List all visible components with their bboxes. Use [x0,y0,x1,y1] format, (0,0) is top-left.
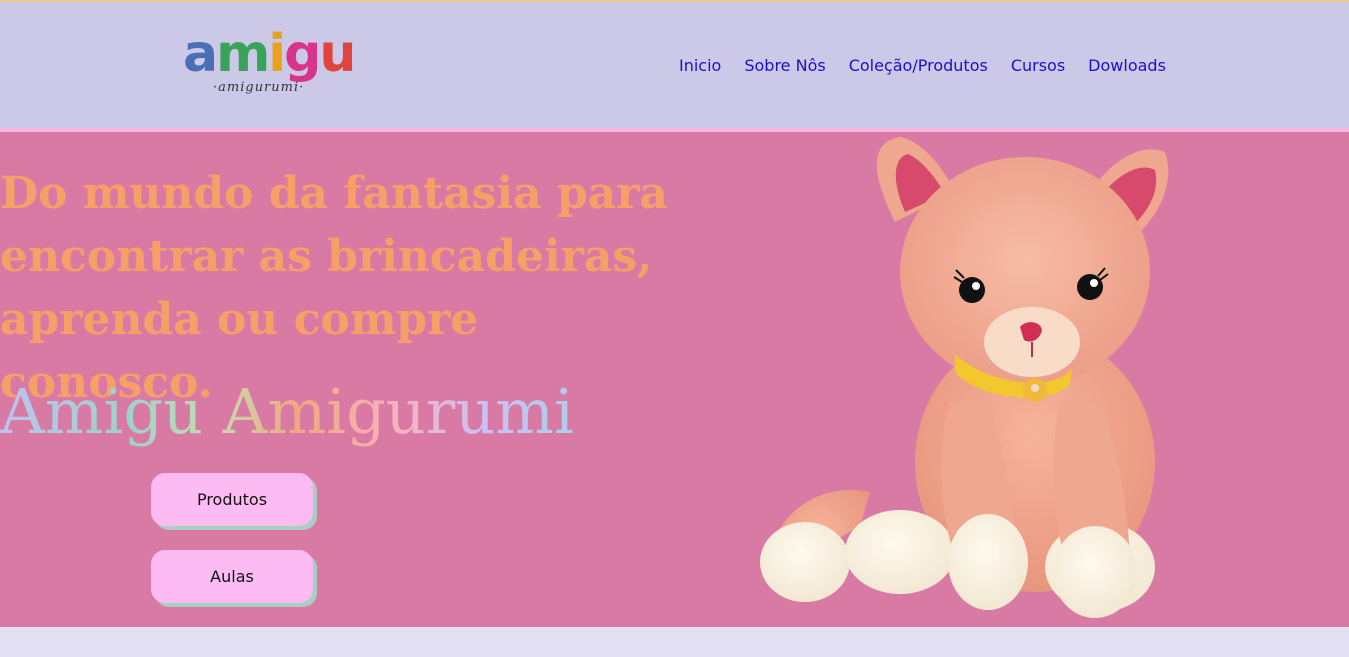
logo-word: amigu [183,24,356,84]
logo-letter-5: u [319,24,356,84]
amigurumi-cat-image [760,137,1169,618]
main-nav: Inicio Sobre Nôs Coleção/Produtos Cursos… [679,54,1166,78]
logo-letter-3: i [268,24,286,84]
aulas-button[interactable]: Aulas [151,550,313,603]
nav-link-cursos[interactable]: Cursos [1011,54,1065,78]
site-header: amigu ·amigurumi· Inicio Sobre Nôs Coleç… [0,2,1349,128]
logo-tagline: ·amigurumi· [213,80,305,95]
nav-link-sobre-nos[interactable]: Sobre Nôs [744,54,825,78]
nav-link-dowloads[interactable]: Dowloads [1088,54,1166,78]
page-bottom-strip [0,627,1349,657]
logo-letter-1: a [183,24,218,84]
logo[interactable]: amigu ·amigurumi· [183,24,356,112]
nav-link-inicio[interactable]: Inicio [679,54,721,78]
logo-letter-4: g [284,24,321,84]
hero-brand-title: Amigu Amigurumi [0,372,574,452]
produtos-button[interactable]: Produtos [151,473,313,526]
hero-section: Do mundo da fantasia para encontrar as b… [0,132,1349,627]
logo-letter-2: m [216,24,270,84]
nav-link-colecao-produtos[interactable]: Coleção/Produtos [849,54,988,78]
